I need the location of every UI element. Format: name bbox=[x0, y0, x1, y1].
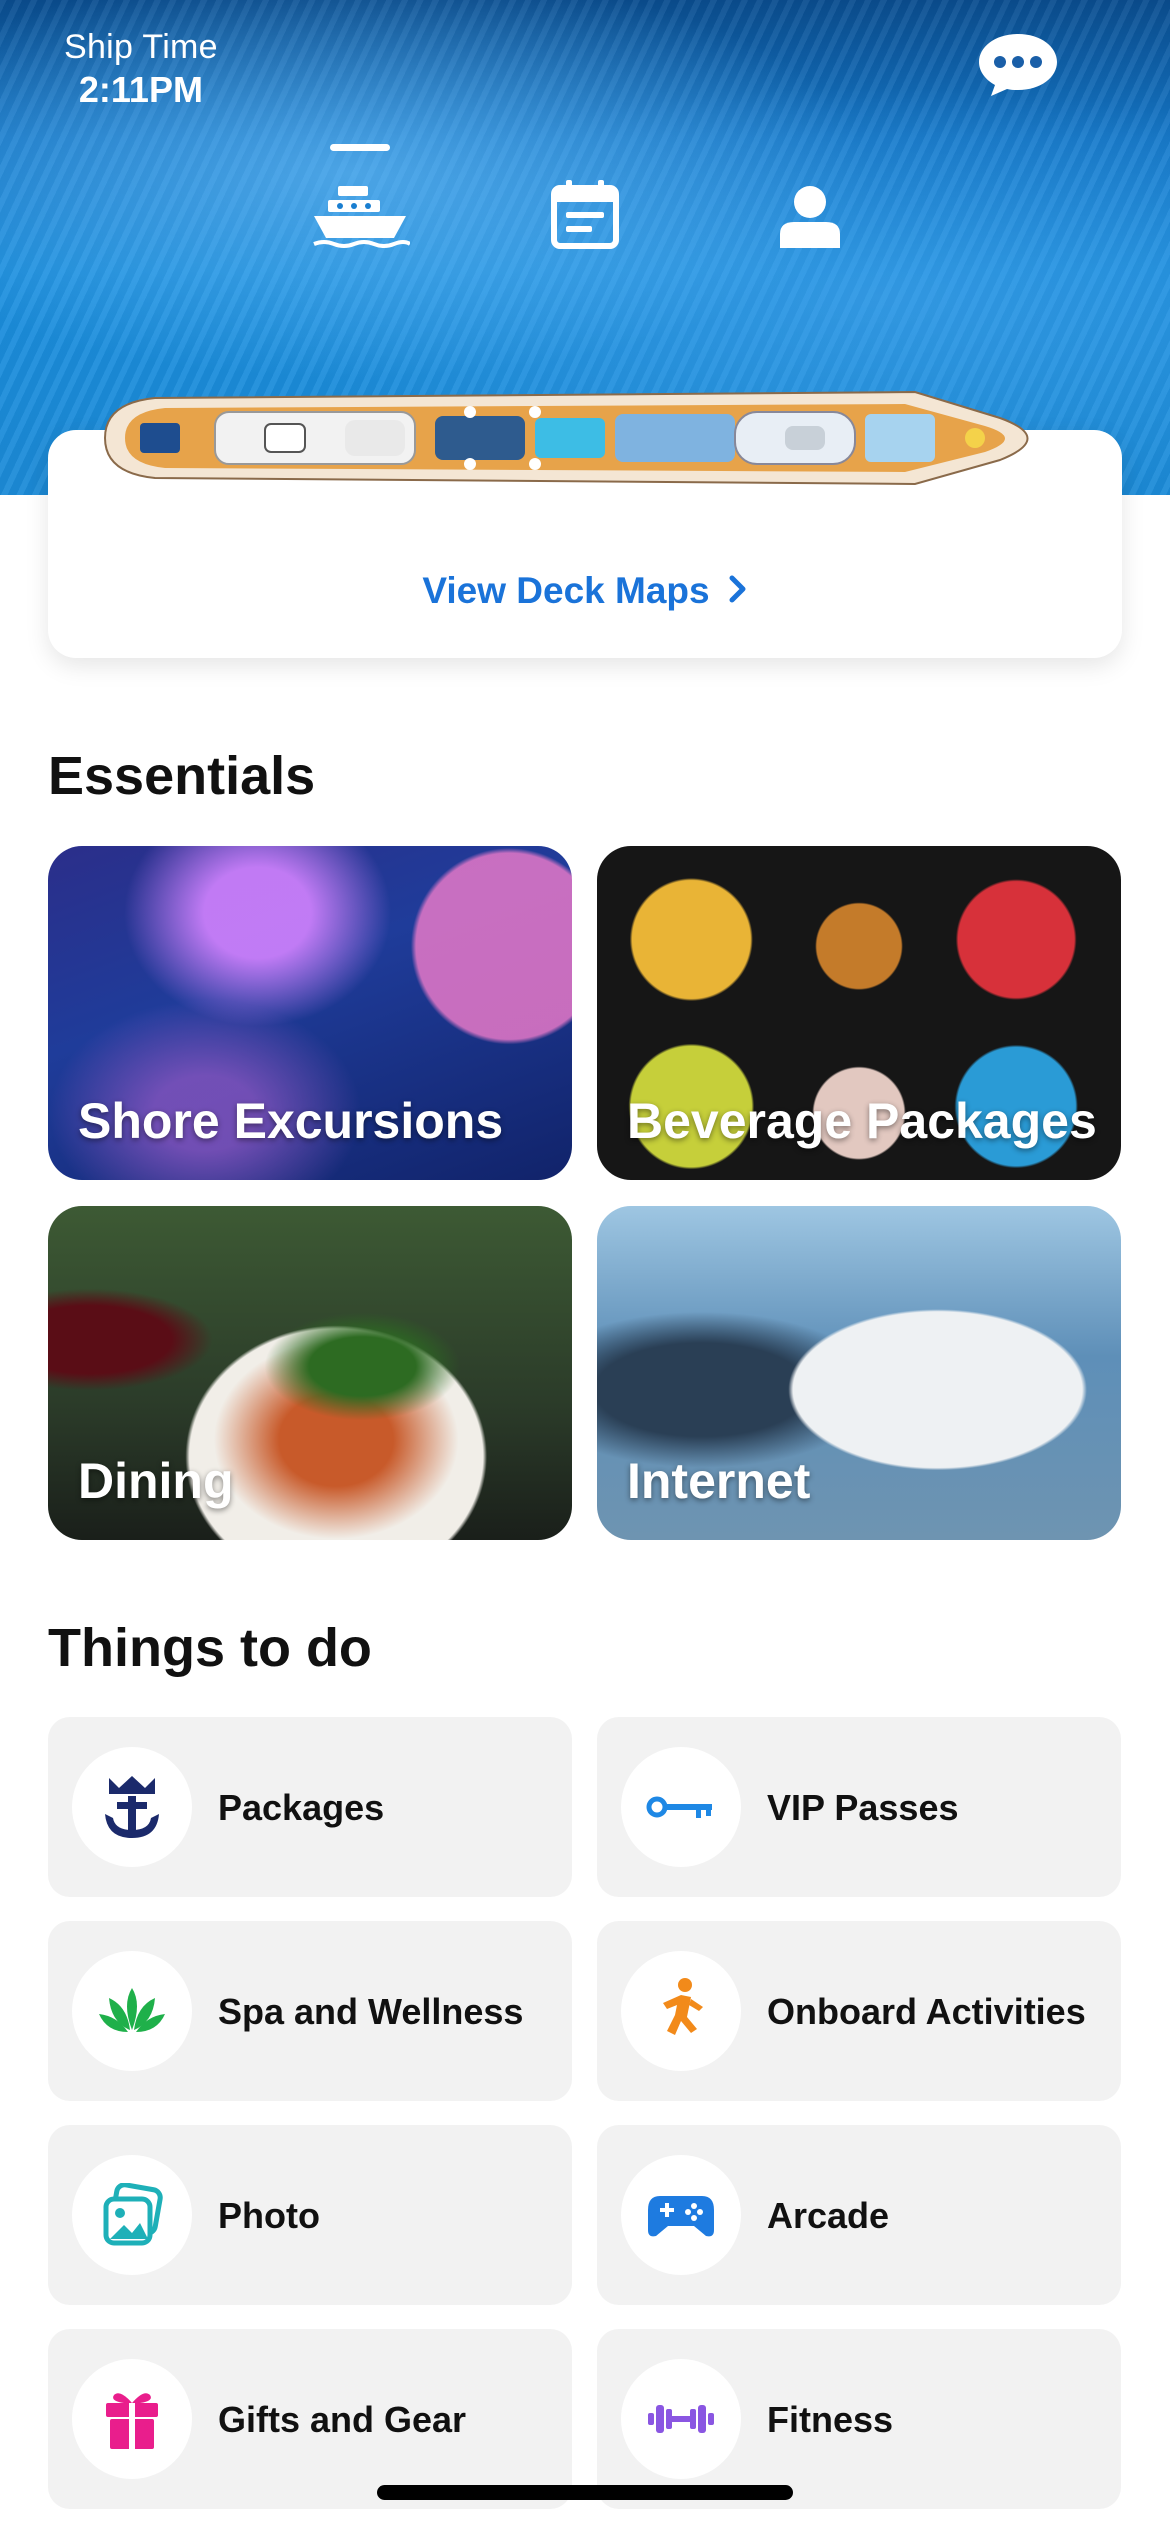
gamepad-icon bbox=[648, 2196, 714, 2237]
chat-bubble-icon bbox=[979, 34, 1057, 96]
anchor-crown-icon bbox=[105, 1776, 159, 1838]
todo-label: Gifts and Gear bbox=[218, 2398, 467, 2440]
icon-circle bbox=[72, 2359, 192, 2479]
chevron-right-icon bbox=[728, 570, 748, 612]
todo-spa-wellness[interactable]: Spa and Wellness bbox=[48, 1921, 572, 2101]
todo-label: Packages bbox=[218, 1786, 385, 1828]
todo-onboard-activities[interactable]: Onboard Activities bbox=[597, 1921, 1121, 2101]
todo-label: Photo bbox=[218, 2194, 320, 2236]
tile-label: Internet bbox=[627, 1453, 811, 1509]
tile-internet[interactable]: Internet bbox=[597, 1206, 1121, 1540]
ship-time-label: Ship Time bbox=[64, 28, 218, 66]
tile-dining[interactable]: Dining bbox=[48, 1206, 572, 1540]
tile-label: Dining bbox=[78, 1453, 234, 1509]
icon-circle bbox=[72, 1951, 192, 2071]
todo-packages[interactable]: Packages bbox=[48, 1717, 572, 1897]
todo-gifts-gear[interactable]: Gifts and Gear bbox=[48, 2329, 572, 2509]
nav-tab-calendar[interactable] bbox=[530, 140, 640, 250]
icon-circle bbox=[72, 2155, 192, 2275]
view-deck-maps-link[interactable]: View Deck Maps bbox=[48, 570, 1122, 612]
nav-tab-profile[interactable] bbox=[755, 140, 865, 250]
todo-arcade[interactable]: Arcade bbox=[597, 2125, 1121, 2305]
profile-icon bbox=[780, 186, 840, 248]
things-to-do-heading: Things to do bbox=[48, 1618, 372, 1678]
home-indicator[interactable] bbox=[377, 2485, 793, 2500]
icon-circle bbox=[621, 2359, 741, 2479]
icon-circle bbox=[621, 1747, 741, 1867]
lotus-icon bbox=[99, 1988, 165, 2032]
dumbbell-icon bbox=[648, 2405, 714, 2433]
tile-shore-excursions[interactable]: Shore Excursions bbox=[48, 846, 572, 1180]
calendar-icon bbox=[551, 180, 619, 249]
todo-label: Onboard Activities bbox=[767, 1990, 1086, 2032]
tile-beverage-packages[interactable]: Beverage Packages bbox=[597, 846, 1121, 1180]
icon-circle bbox=[72, 1747, 192, 1867]
photo-icon bbox=[103, 2183, 163, 2246]
key-icon bbox=[646, 1796, 712, 1818]
tile-label: Shore Excursions bbox=[78, 1093, 504, 1149]
chat-button[interactable] bbox=[975, 30, 1061, 100]
gift-icon bbox=[106, 2393, 158, 2449]
todo-label: Arcade bbox=[767, 2194, 890, 2236]
ship-icon bbox=[313, 186, 410, 248]
view-deck-maps-label: View Deck Maps bbox=[422, 570, 710, 611]
todo-label: VIP Passes bbox=[767, 1786, 959, 1828]
icon-circle bbox=[621, 1951, 741, 2071]
todo-label: Fitness bbox=[767, 2398, 894, 2440]
todo-photo[interactable]: Photo bbox=[48, 2125, 572, 2305]
todo-vip-passes[interactable]: VIP Passes bbox=[597, 1717, 1121, 1897]
ship-time-value: 2:11PM bbox=[78, 69, 203, 110]
todo-label: Spa and Wellness bbox=[218, 1990, 524, 2032]
todo-fitness[interactable]: Fitness bbox=[597, 2329, 1121, 2509]
ship-top-view-illustration bbox=[103, 390, 1029, 486]
top-navigation bbox=[0, 140, 1170, 260]
ship-time: Ship Time 2:11PM bbox=[64, 28, 218, 111]
icon-circle bbox=[621, 2155, 741, 2275]
running-person-icon bbox=[663, 1978, 703, 2035]
nav-tab-ship[interactable] bbox=[305, 140, 415, 250]
tile-label: Beverage Packages bbox=[627, 1093, 1097, 1149]
essentials-heading: Essentials bbox=[48, 746, 316, 806]
